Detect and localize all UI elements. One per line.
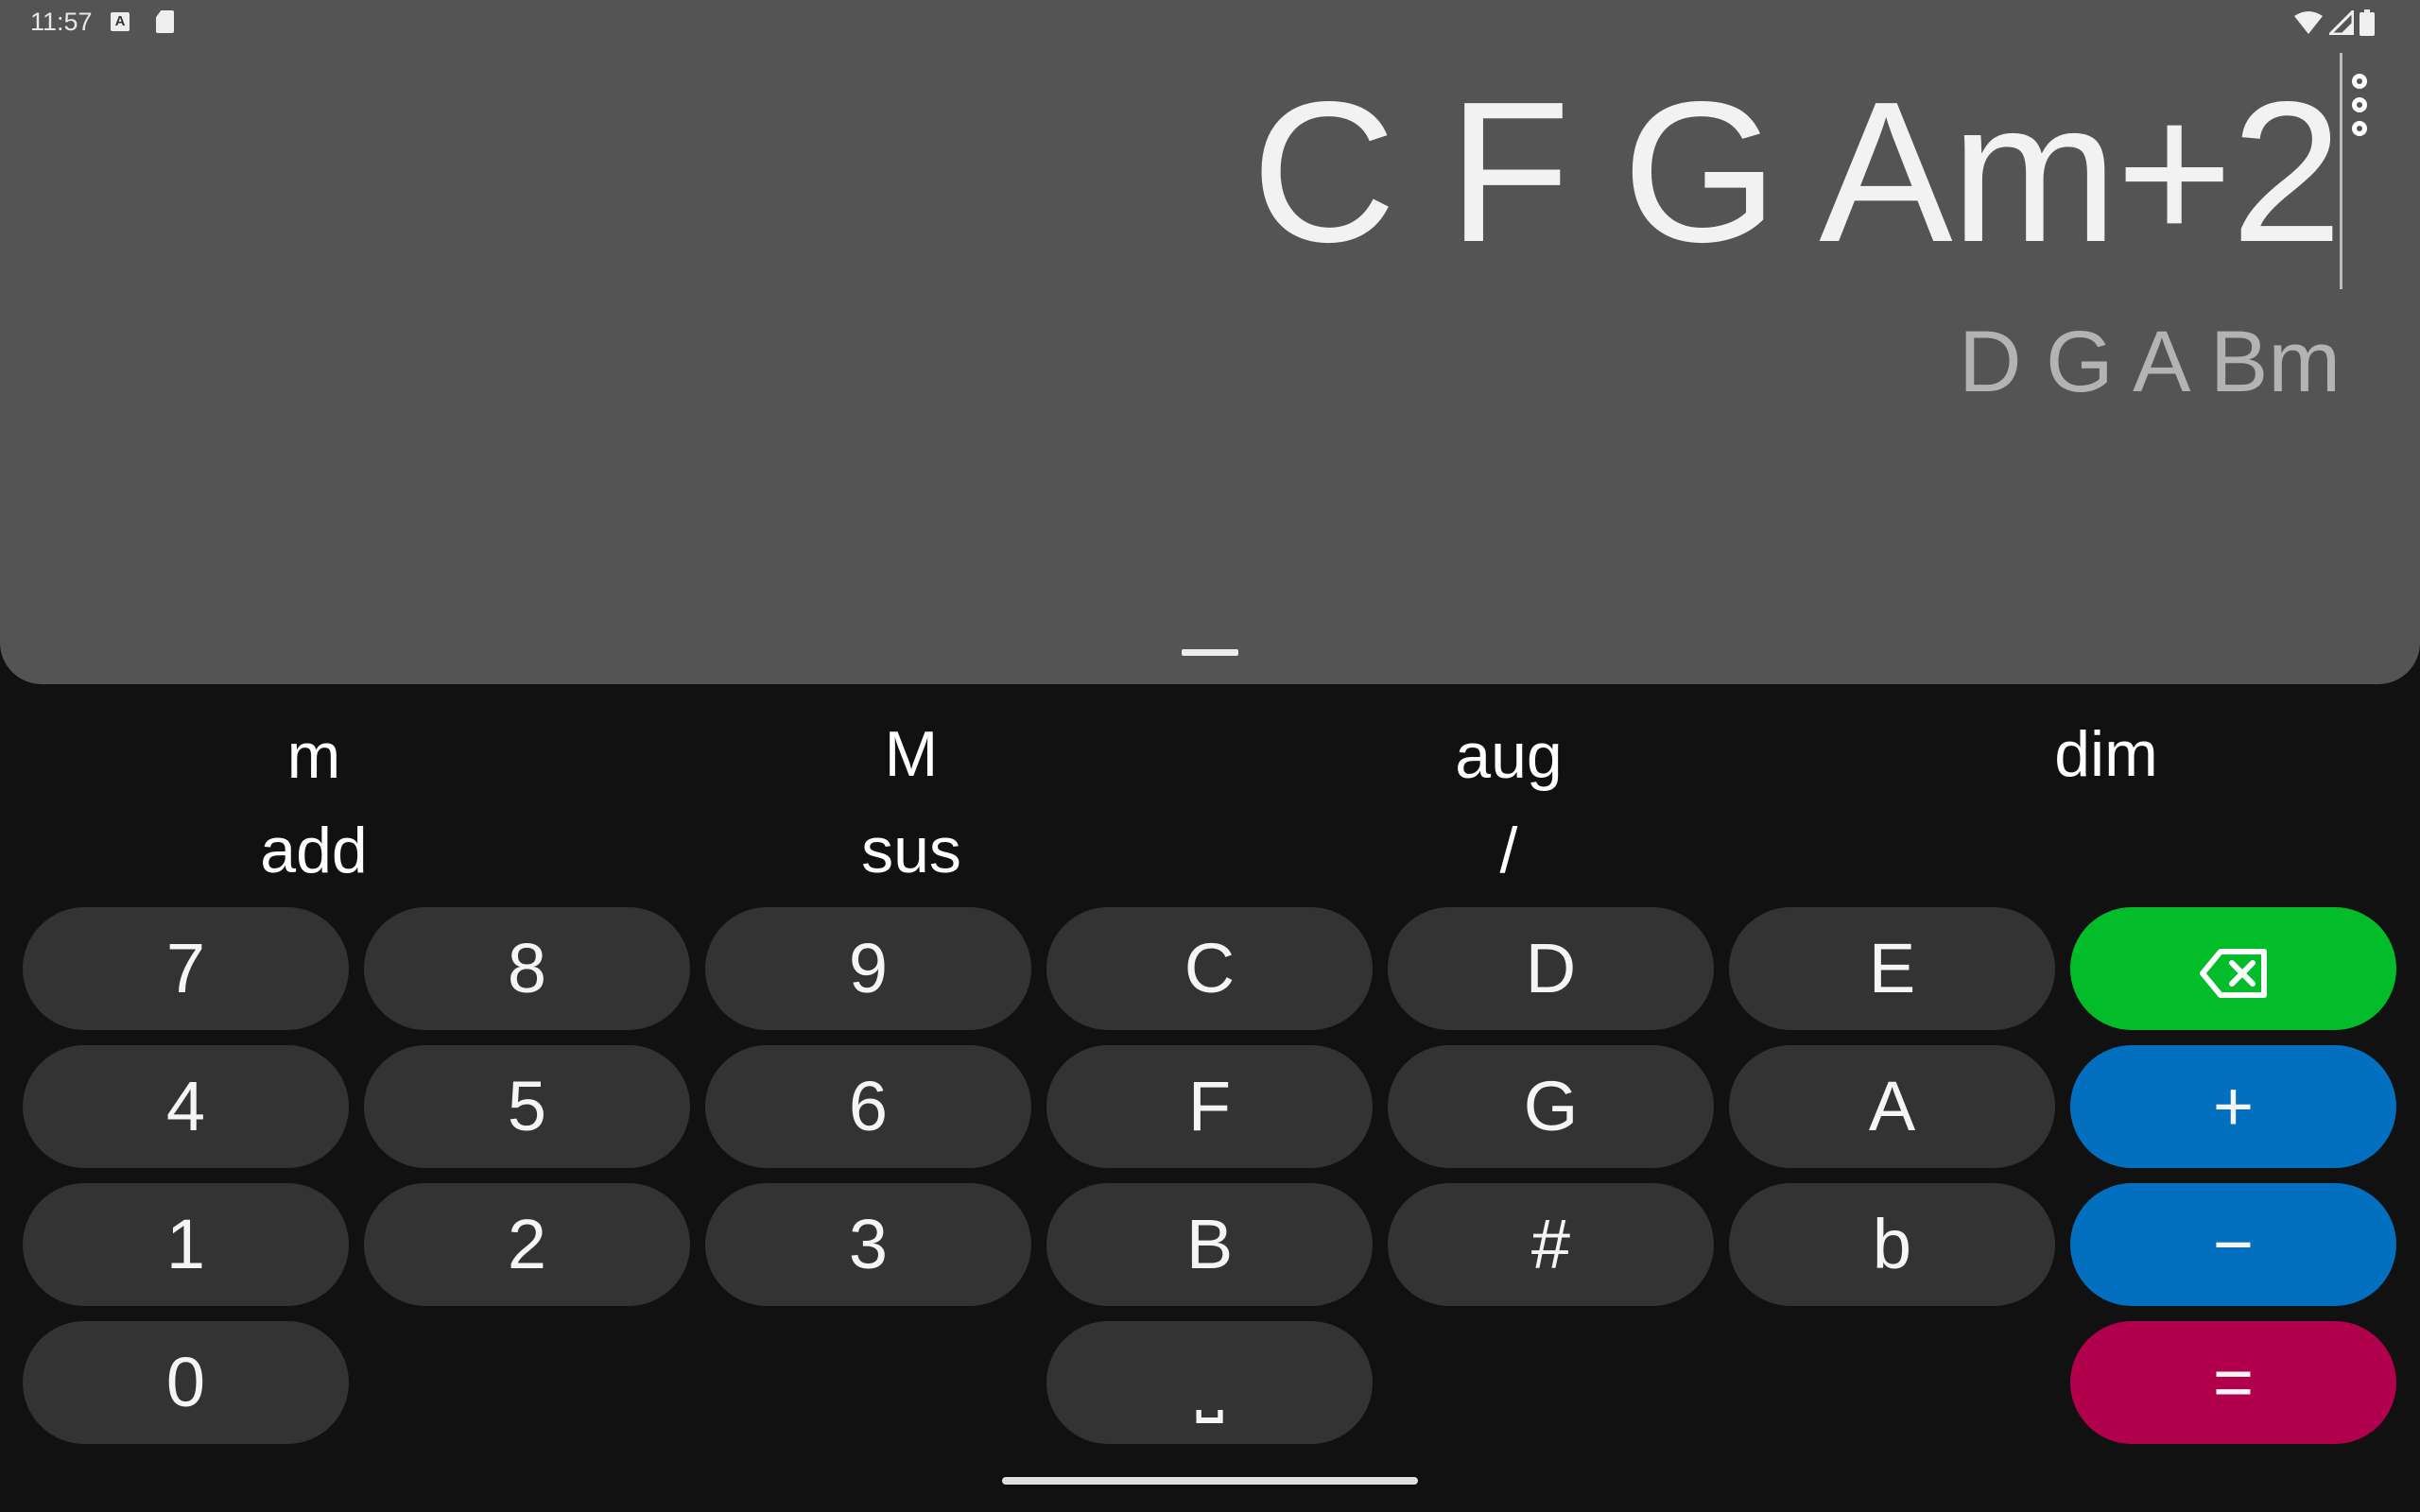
key-8[interactable]: 8 [364,907,690,1030]
key-5[interactable]: 5 [364,1045,690,1168]
space-button[interactable]: ⎵ [1046,1321,1373,1444]
home-indicator[interactable] [1002,1477,1418,1485]
battery-icon [2360,9,2375,36]
key-A[interactable]: A [1729,1045,2055,1168]
modifier-slash-button[interactable]: / [1244,808,1773,893]
plus-button[interactable]: + [2070,1045,2396,1168]
display-panel: C F G Am+2 D G A Bm [0,0,2420,684]
key-G[interactable]: G [1388,1045,1714,1168]
status-time: 11:57 [30,8,93,36]
key-D[interactable]: D [1388,907,1714,1030]
key-0[interactable]: 0 [23,1321,349,1444]
sd-card-icon [156,10,174,33]
key-E[interactable]: E [1729,907,2055,1030]
backspace-button[interactable] [2070,907,2396,1030]
expression-field[interactable]: C F G Am+2 [1252,68,2342,276]
modifier-sus-button[interactable]: sus [647,808,1176,893]
modifier-minor-button[interactable]: m [49,713,579,799]
key-9[interactable]: 9 [705,907,1031,1030]
accessibility-notification-icon: A [111,12,130,31]
overflow-menu-icon[interactable] [2348,70,2371,140]
modifier-empty-slot [1841,808,2371,893]
minus-button[interactable]: − [2070,1183,2396,1306]
status-bar: 11:57 A [0,0,2420,45]
modifier-dim-button[interactable]: dim [1841,712,2371,797]
key-7[interactable]: 7 [23,907,349,1030]
key-1[interactable]: 1 [23,1183,349,1306]
key-B[interactable]: B [1046,1183,1373,1306]
status-icons [2293,9,2375,36]
key-sharp[interactable]: # [1388,1183,1714,1306]
equals-button[interactable]: = [2070,1321,2396,1444]
key-flat[interactable]: b [1729,1183,2055,1306]
signal-icon [2329,10,2354,35]
key-F[interactable]: F [1046,1045,1373,1168]
key-6[interactable]: 6 [705,1045,1031,1168]
key-3[interactable]: 3 [705,1183,1031,1306]
result-preview: D G A Bm [1959,314,2341,410]
modifier-add-button[interactable]: add [49,808,579,893]
key-4[interactable]: 4 [23,1045,349,1168]
modifier-major-button[interactable]: M [647,712,1176,797]
drag-handle[interactable] [1182,649,1238,656]
key-2[interactable]: 2 [364,1183,690,1306]
modifier-aug-button[interactable]: aug [1244,713,1773,799]
key-C[interactable]: C [1046,907,1373,1030]
backspace-icon [2199,949,2267,999]
wifi-icon [2294,11,2323,34]
text-cursor [2340,53,2342,289]
